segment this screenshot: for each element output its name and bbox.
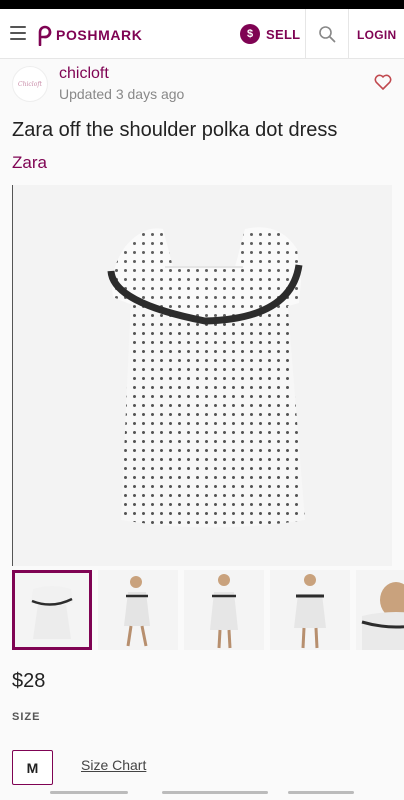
size-chart-link[interactable]: Size Chart <box>81 757 146 773</box>
thumbnail[interactable] <box>270 570 350 650</box>
sell-button[interactable]: $ SELL <box>240 23 300 45</box>
sell-label: SELL <box>266 26 301 42</box>
poshmark-wordmark: POSHMARK <box>56 27 143 43</box>
nav-divider <box>348 9 349 59</box>
seller-name-link[interactable]: chicloft <box>59 65 109 83</box>
thumbnail-strip <box>12 570 404 650</box>
poshmark-logo-icon <box>38 25 52 46</box>
thumbnail[interactable] <box>356 570 404 650</box>
size-option-button[interactable]: M <box>12 750 53 785</box>
scroll-indicator <box>50 791 128 794</box>
listing-title: Zara off the shoulder polka dot dress <box>12 119 338 141</box>
hamburger-menu-icon[interactable] <box>10 26 26 40</box>
nav-divider <box>305 9 306 59</box>
thumbnail[interactable] <box>98 570 178 650</box>
avatar-logo-text: Chicloft <box>18 80 42 88</box>
heart-icon[interactable] <box>374 74 392 90</box>
updated-timestamp: Updated 3 days ago <box>59 86 185 102</box>
listing-price: $28 <box>12 670 46 692</box>
status-bar <box>0 0 404 9</box>
bottom-scroll-indicators <box>0 789 404 800</box>
top-navigation: POSHMARK $ SELL LOGIN <box>0 9 404 59</box>
seller-avatar[interactable]: Chicloft <box>12 66 48 102</box>
main-product-image[interactable] <box>12 185 392 566</box>
scroll-indicator <box>288 791 354 794</box>
login-button[interactable]: LOGIN <box>357 28 397 42</box>
seller-info: Chicloft chicloft Updated 3 days ago <box>12 65 392 106</box>
listing-brand-link[interactable]: Zara <box>12 153 47 173</box>
dress-illustration <box>107 227 305 528</box>
size-heading: SIZE <box>12 711 41 723</box>
poshmark-logo[interactable]: POSHMARK <box>36 24 142 46</box>
thumbnail[interactable] <box>12 570 92 650</box>
scroll-indicator <box>162 791 268 794</box>
search-icon[interactable] <box>318 25 336 43</box>
sell-dollar-icon: $ <box>240 24 260 44</box>
thumbnail[interactable] <box>184 570 264 650</box>
